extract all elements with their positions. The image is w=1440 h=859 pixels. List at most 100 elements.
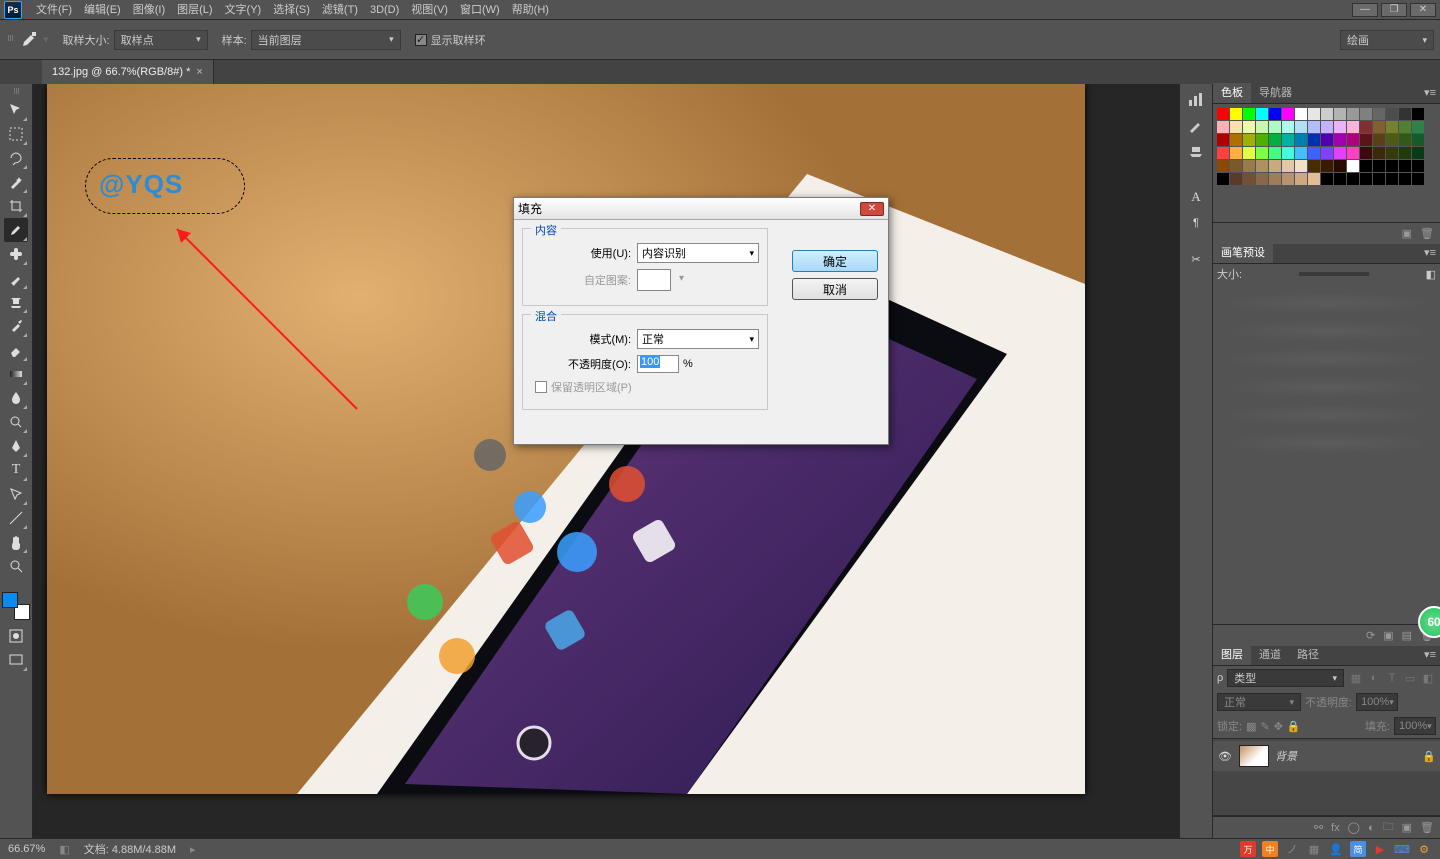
swatch[interactable] (1373, 147, 1385, 159)
swatch[interactable] (1321, 108, 1333, 120)
swatch[interactable] (1269, 134, 1281, 146)
swatch[interactable] (1230, 134, 1242, 146)
swatch[interactable] (1282, 108, 1294, 120)
filter-shape-icon[interactable]: ▭ (1402, 670, 1418, 686)
swatch[interactable] (1412, 121, 1424, 133)
document-info[interactable]: 文档: 4.88M/4.88M (84, 841, 176, 857)
swatch[interactable] (1360, 108, 1372, 120)
swatch[interactable] (1347, 134, 1359, 146)
swatch[interactable] (1412, 134, 1424, 146)
tray-icon-5[interactable]: 👤 (1328, 841, 1344, 857)
mode-select[interactable]: 正常▾ (637, 329, 759, 349)
swatch[interactable] (1386, 108, 1398, 120)
new-layer-icon[interactable]: ▣ (1402, 821, 1412, 834)
swatch[interactable] (1386, 134, 1398, 146)
dock-paragraph-icon[interactable]: ¶ (1183, 212, 1209, 234)
layer-list[interactable]: 👁 背景 🔒 (1213, 738, 1440, 816)
use-select[interactable]: 内容识别▾ (637, 243, 759, 263)
swatch[interactable] (1217, 147, 1229, 159)
layer-thumbnail[interactable] (1239, 745, 1269, 767)
swatch[interactable] (1373, 160, 1385, 172)
swatch[interactable] (1321, 147, 1333, 159)
swatch[interactable] (1217, 173, 1229, 185)
shape-tool[interactable] (4, 506, 28, 530)
swatch[interactable] (1243, 121, 1255, 133)
layer-group-icon[interactable]: 🗀 (1383, 818, 1394, 837)
menu-3d[interactable]: 3D(D) (364, 0, 405, 20)
path-select-tool[interactable] (4, 482, 28, 506)
swatch[interactable] (1269, 108, 1281, 120)
swatch[interactable] (1295, 160, 1307, 172)
swatch[interactable] (1373, 173, 1385, 185)
window-minimize[interactable]: — (1352, 3, 1378, 17)
lock-move-icon[interactable]: ✥ (1274, 720, 1283, 733)
swatch[interactable] (1373, 108, 1385, 120)
lock-all-icon[interactable]: 🔒 (1287, 720, 1301, 733)
swatch[interactable] (1386, 147, 1398, 159)
swatch[interactable] (1412, 147, 1424, 159)
delete-layer-icon[interactable]: 🗑 (1420, 821, 1434, 834)
menu-help[interactable]: 帮助(H) (506, 0, 555, 20)
sample-layer-select[interactable]: 当前图层▾ (251, 30, 401, 50)
swatch[interactable] (1399, 134, 1411, 146)
zoom-level[interactable]: 66.67% (8, 843, 45, 855)
swatch[interactable] (1269, 160, 1281, 172)
channels-tab[interactable]: 通道 (1251, 645, 1289, 665)
swatch[interactable] (1230, 121, 1242, 133)
brush-toggle-icon[interactable]: ◧ (1426, 268, 1436, 281)
swatch[interactable] (1386, 173, 1398, 185)
swatch[interactable] (1334, 121, 1346, 133)
history-brush-tool[interactable] (4, 314, 28, 338)
screen-mode[interactable] (4, 648, 28, 672)
tray-icon-8[interactable]: ⌨ (1394, 841, 1410, 857)
filter-smart-icon[interactable]: ◧ (1420, 670, 1436, 686)
swatch-grid[interactable] (1217, 108, 1436, 185)
brush-foot-icon-2[interactable]: ▣ (1383, 629, 1393, 642)
dialog-ok-button[interactable]: 确定 (792, 250, 878, 272)
menu-view[interactable]: 视图(V) (405, 0, 454, 20)
menu-window[interactable]: 窗口(W) (454, 0, 506, 20)
zoom-tool[interactable] (4, 554, 28, 578)
dodge-tool[interactable] (4, 410, 28, 434)
swatch[interactable] (1321, 134, 1333, 146)
swatch[interactable] (1334, 147, 1346, 159)
layer-visibility-icon[interactable]: 👁 (1217, 750, 1233, 763)
tray-icon-4[interactable]: ▦ (1306, 841, 1322, 857)
swatch[interactable] (1256, 134, 1268, 146)
swatch[interactable] (1347, 121, 1359, 133)
delete-swatch-icon[interactable]: 🗑 (1420, 227, 1434, 240)
swatch[interactable] (1360, 160, 1372, 172)
swatch[interactable] (1412, 173, 1424, 185)
navigator-tab[interactable]: 导航器 (1251, 83, 1300, 103)
menu-filter[interactable]: 滤镜(T) (316, 0, 364, 20)
layer-fill-input[interactable]: 100%▾ (1394, 717, 1436, 735)
marquee-tool[interactable] (4, 122, 28, 146)
swatch[interactable] (1282, 173, 1294, 185)
crop-tool[interactable] (4, 194, 28, 218)
lasso-tool[interactable] (4, 146, 28, 170)
dialog-opacity-input[interactable]: 100 (637, 355, 679, 373)
dock-character-icon[interactable]: A (1183, 186, 1209, 208)
swatch[interactable] (1256, 147, 1268, 159)
swatch[interactable] (1399, 160, 1411, 172)
swatch[interactable] (1347, 160, 1359, 172)
link-layers-icon[interactable]: ⚯ (1314, 821, 1323, 834)
lock-trans-icon[interactable]: ▩ (1246, 720, 1256, 733)
window-restore[interactable]: ❐ (1381, 3, 1407, 17)
swatch[interactable] (1386, 160, 1398, 172)
swatch[interactable] (1308, 160, 1320, 172)
tray-ime-badge[interactable]: 中 (1262, 841, 1278, 857)
dock-histogram-icon[interactable] (1183, 88, 1209, 110)
brush-foot-icon-3[interactable]: ▤ (1402, 629, 1412, 642)
swatch[interactable] (1347, 108, 1359, 120)
clone-stamp-tool[interactable] (4, 290, 28, 314)
document-tab[interactable]: 132.jpg @ 66.7%(RGB/8#) * × (42, 60, 214, 84)
swatch[interactable] (1230, 173, 1242, 185)
swatch[interactable] (1334, 134, 1346, 146)
swatch[interactable] (1321, 160, 1333, 172)
current-tool-icon[interactable] (19, 30, 39, 50)
swatch[interactable] (1308, 173, 1320, 185)
show-ring-checkbox[interactable]: ✓ (415, 34, 427, 46)
brush-preset-list[interactable] (1213, 288, 1440, 468)
document-tab-close[interactable]: × (196, 66, 202, 78)
